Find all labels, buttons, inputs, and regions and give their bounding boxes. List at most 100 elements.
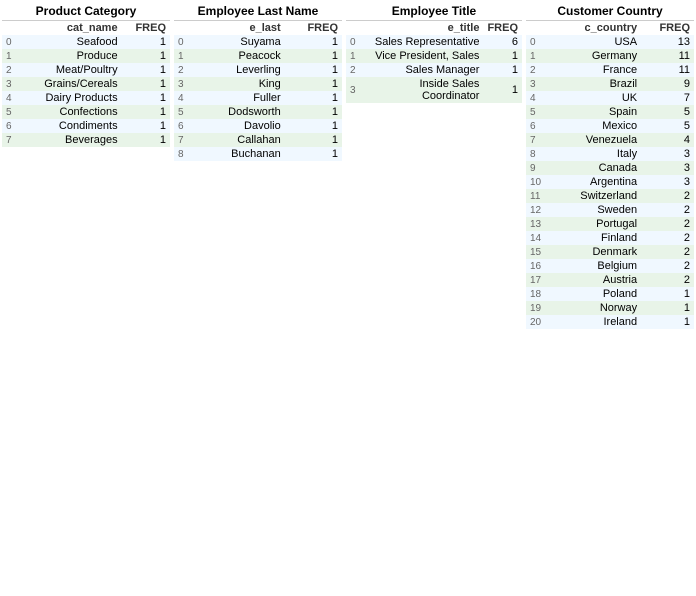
row-freq: 5 — [641, 119, 694, 133]
row-index: 1 — [526, 49, 552, 63]
row-name: Inside Sales Coordinator — [360, 77, 483, 103]
table-row: 5Spain5 — [526, 105, 694, 119]
employee-last-section: Employee Last Name e_last FREQ 0Suyama11… — [172, 0, 344, 333]
table-row: 4Dairy Products1 — [2, 91, 170, 105]
row-index: 6 — [2, 119, 20, 133]
row-name: Norway — [552, 301, 641, 315]
row-index: 8 — [526, 147, 552, 161]
row-freq: 1 — [483, 63, 522, 77]
row-name: Ireland — [552, 315, 641, 329]
row-freq: 3 — [641, 161, 694, 175]
row-index: 5 — [174, 105, 195, 119]
row-index: 4 — [526, 91, 552, 105]
table-row: 4UK7 — [526, 91, 694, 105]
row-name: Mexico — [552, 119, 641, 133]
row-index: 4 — [174, 91, 195, 105]
row-name: Venezuela — [552, 133, 641, 147]
row-name: Grains/Cereals — [20, 77, 122, 91]
table-row: 13Portugal2 — [526, 217, 694, 231]
row-index: 0 — [526, 35, 552, 49]
row-freq: 1 — [641, 301, 694, 315]
row-freq: 1 — [122, 35, 170, 49]
row-freq: 6 — [483, 35, 522, 49]
row-index: 9 — [526, 161, 552, 175]
row-freq: 11 — [641, 63, 694, 77]
row-index: 17 — [526, 273, 552, 287]
row-freq: 2 — [641, 245, 694, 259]
row-index: 7 — [174, 133, 195, 147]
row-name: Spain — [552, 105, 641, 119]
table-row: 16Belgium2 — [526, 259, 694, 273]
table-row: 3Grains/Cereals1 — [2, 77, 170, 91]
table-row: 8Italy3 — [526, 147, 694, 161]
product-category-section: Product Category cat_name FREQ 0Seafood1… — [0, 0, 172, 333]
customer-country-table: c_country FREQ 0USA131Germany112France11… — [526, 21, 694, 329]
etitle-name-header: e_title — [360, 21, 483, 35]
row-index: 2 — [526, 63, 552, 77]
row-freq: 1 — [285, 133, 342, 147]
row-freq: 2 — [641, 217, 694, 231]
row-freq: 1 — [285, 91, 342, 105]
table-row: 19Norway1 — [526, 301, 694, 315]
row-name: Peacock — [195, 49, 285, 63]
product-category-table: cat_name FREQ 0Seafood11Produce12Meat/Po… — [2, 21, 170, 147]
row-freq: 1 — [285, 35, 342, 49]
row-index: 2 — [346, 63, 360, 77]
row-index: 3 — [526, 77, 552, 91]
row-name: King — [195, 77, 285, 91]
table-row: 10Argentina3 — [526, 175, 694, 189]
table-row: 7Venezuela4 — [526, 133, 694, 147]
row-index: 3 — [346, 77, 360, 103]
row-index: 4 — [2, 91, 20, 105]
row-index: 3 — [174, 77, 195, 91]
row-index: 6 — [526, 119, 552, 133]
table-row: 7Beverages1 — [2, 133, 170, 147]
row-name: Beverages — [20, 133, 122, 147]
row-index: 0 — [2, 35, 20, 49]
row-index: 18 — [526, 287, 552, 301]
row-freq: 1 — [122, 105, 170, 119]
row-freq: 1 — [122, 77, 170, 91]
row-name: Portugal — [552, 217, 641, 231]
product-category-header: Product Category — [2, 4, 170, 21]
row-index: 12 — [526, 203, 552, 217]
table-row: 15Denmark2 — [526, 245, 694, 259]
etitle-freq-header: FREQ — [483, 21, 522, 35]
table-row: 18Poland1 — [526, 287, 694, 301]
row-name: Buchanan — [195, 147, 285, 161]
row-name: Brazil — [552, 77, 641, 91]
row-name: Dodsworth — [195, 105, 285, 119]
row-name: Canada — [552, 161, 641, 175]
cat-freq-header: FREQ — [122, 21, 170, 35]
row-freq: 3 — [641, 175, 694, 189]
row-name: Fuller — [195, 91, 285, 105]
row-name: Sales Representative — [360, 35, 483, 49]
row-name: Austria — [552, 273, 641, 287]
cust-name-header: c_country — [552, 21, 641, 35]
row-index: 5 — [526, 105, 552, 119]
table-row: 3Inside Sales Coordinator1 — [346, 77, 522, 103]
row-freq: 1 — [285, 119, 342, 133]
row-name: Seafood — [20, 35, 122, 49]
table-row: 0Sales Representative6 — [346, 35, 522, 49]
table-row: 20Ireland1 — [526, 315, 694, 329]
cat-idx-header — [2, 21, 20, 35]
row-freq: 1 — [285, 105, 342, 119]
row-name: Dairy Products — [20, 91, 122, 105]
table-row: 7Callahan1 — [174, 133, 342, 147]
row-name: Callahan — [195, 133, 285, 147]
row-index: 10 — [526, 175, 552, 189]
employee-last-table: e_last FREQ 0Suyama11Peacock12Leverling1… — [174, 21, 342, 161]
row-name: Denmark — [552, 245, 641, 259]
row-index: 1 — [346, 49, 360, 63]
row-freq: 1 — [122, 63, 170, 77]
row-name: Vice President, Sales — [360, 49, 483, 63]
row-index: 19 — [526, 301, 552, 315]
table-row: 11Switzerland2 — [526, 189, 694, 203]
row-name: Poland — [552, 287, 641, 301]
row-freq: 1 — [122, 91, 170, 105]
employee-title-header: Employee Title — [346, 4, 522, 21]
row-index: 14 — [526, 231, 552, 245]
row-name: Sales Manager — [360, 63, 483, 77]
row-index: 2 — [174, 63, 195, 77]
